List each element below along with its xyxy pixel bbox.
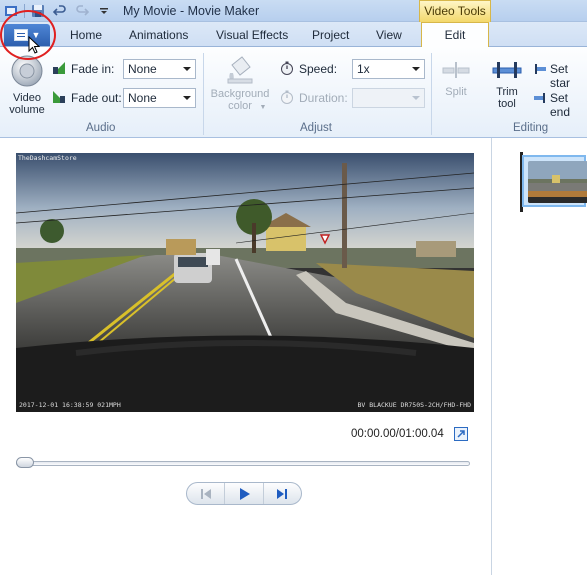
clip-thumbnail-image — [528, 161, 587, 203]
chevron-down-icon — [412, 96, 420, 100]
fullscreen-button[interactable] — [454, 427, 468, 441]
playback-timecode: 00:00.00/01:00.04 — [351, 428, 444, 440]
seek-thumb[interactable] — [16, 457, 34, 468]
previous-frame-icon — [200, 488, 211, 499]
video-clip-thumbnail[interactable] — [522, 155, 587, 207]
tab-visual-effects[interactable]: Visual Effects — [216, 28, 288, 42]
ribbon-tab-row: ▼ Home Animations Visual Effects Project… — [0, 22, 587, 47]
storyboard-pane — [493, 138, 587, 575]
set-end-icon — [534, 93, 545, 103]
chevron-down-icon — [183, 67, 191, 71]
chevron-down-icon — [183, 96, 191, 100]
set-start-icon — [535, 64, 546, 74]
next-frame-button[interactable] — [262, 483, 301, 504]
tab-view[interactable]: View — [376, 28, 402, 42]
chevron-down-icon — [412, 67, 420, 71]
adjust-group-label: Adjust — [300, 122, 332, 134]
speed-label: Speed: — [299, 62, 338, 76]
set-end-label[interactable]: Set end — [550, 91, 587, 119]
fade-out-label: Fade out: — [71, 91, 122, 105]
trim-tool-label: Trim tool — [496, 86, 518, 110]
playback-controls — [186, 482, 302, 505]
video-watermark-bottom-left: 2017-12-01 16:38:59 021MPH — [19, 401, 121, 409]
background-color-button[interactable]: Background color ▼ — [206, 53, 274, 114]
play-icon — [239, 487, 250, 500]
tab-animations[interactable]: Animations — [129, 28, 188, 42]
tab-edit[interactable]: Edit — [421, 22, 489, 48]
group-divider — [203, 53, 204, 135]
fade-out-icon — [53, 91, 65, 103]
previous-frame-button[interactable] — [187, 483, 224, 504]
speed-value: 1x — [357, 62, 370, 76]
video-frame — [16, 153, 474, 412]
fade-in-icon — [53, 62, 65, 74]
editing-group-label: Editing — [513, 122, 549, 134]
video-volume-button[interactable]: Video volume — [6, 53, 48, 116]
split-label: Split — [445, 86, 467, 98]
fade-in-value: None — [128, 62, 157, 76]
split-icon — [442, 62, 470, 78]
next-frame-icon — [277, 488, 288, 499]
video-tools-header: Video Tools — [419, 0, 491, 22]
video-watermark-top-left: TheDashcamStore — [18, 154, 77, 162]
fade-out-value: None — [128, 91, 157, 105]
mouse-cursor-icon — [28, 36, 40, 54]
audio-group-label: Audio — [86, 122, 116, 134]
preview-pane: TheDashcamStore 2017-12-01 16:38:59 021M… — [0, 138, 492, 575]
video-volume-label: Video volume — [9, 92, 45, 116]
duration-select[interactable] — [352, 88, 425, 108]
fade-in-label: Fade in: — [71, 62, 115, 76]
stopwatch-icon — [281, 61, 293, 75]
undo-icon[interactable] — [51, 3, 69, 19]
stopwatch-icon — [281, 90, 293, 104]
fade-out-select[interactable]: None — [123, 88, 196, 108]
fade-in-select[interactable]: None — [123, 59, 196, 79]
ribbon-panel: Video volume Fade in: None Fade out: Non… — [0, 47, 587, 138]
title-bar: My Movie - Movie Maker Video Tools — [0, 0, 587, 22]
customize-toolbar-icon[interactable] — [95, 3, 113, 19]
set-start-label[interactable]: Set star — [550, 62, 587, 90]
seek-bar[interactable] — [16, 461, 470, 466]
window-title: My Movie - Movie Maker — [123, 4, 260, 18]
tab-project[interactable]: Project — [312, 28, 349, 42]
video-watermark-bottom-right: BV BLACKUE DR750S-2CH/FHD-FHD — [357, 401, 472, 409]
split-button[interactable]: Split — [438, 57, 474, 98]
chevron-down-icon: ▼ — [259, 104, 267, 111]
video-preview[interactable]: TheDashcamStore 2017-12-01 16:38:59 021M… — [16, 153, 474, 412]
tab-home[interactable]: Home — [70, 28, 102, 42]
expand-icon — [457, 430, 465, 438]
speed-select[interactable]: 1x — [352, 59, 425, 79]
duration-label: Duration: — [299, 91, 348, 105]
trim-tool-button[interactable]: Trim tool — [488, 57, 526, 110]
redo-icon[interactable] — [73, 3, 91, 19]
play-button[interactable] — [224, 483, 262, 504]
group-divider — [431, 53, 432, 135]
paint-bucket-icon — [227, 56, 253, 84]
trim-tool-icon — [492, 62, 522, 78]
